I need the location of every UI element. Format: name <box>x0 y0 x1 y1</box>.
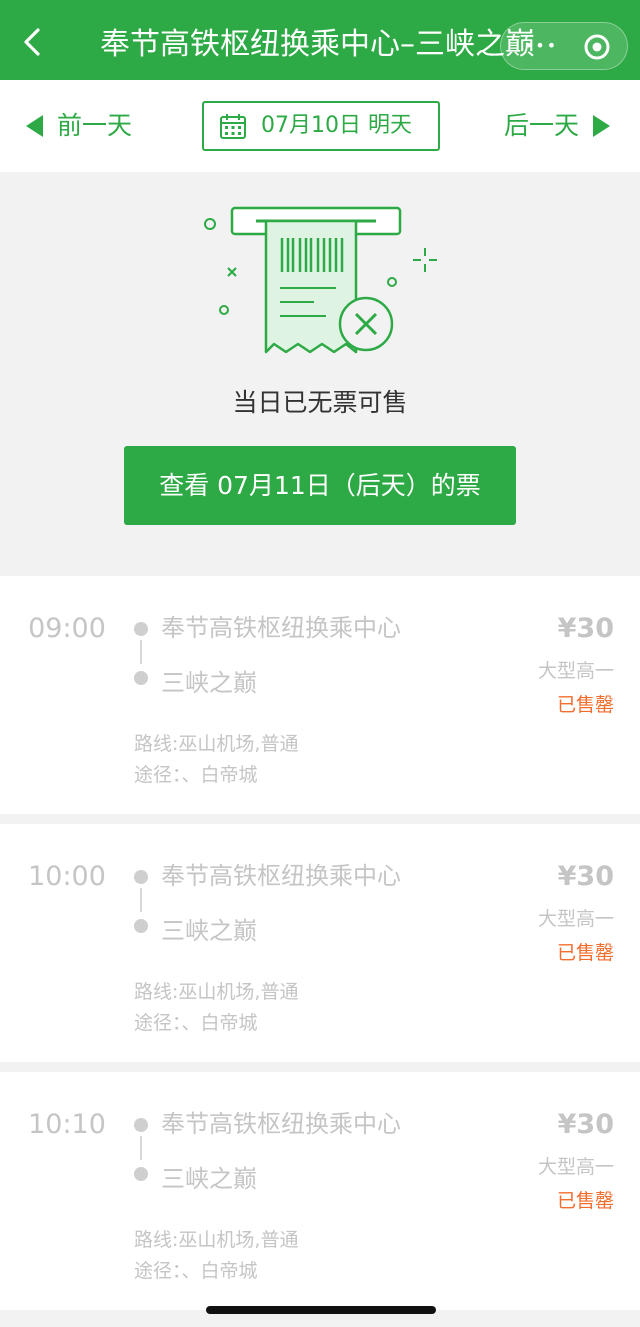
departure-time: 09:00 <box>28 613 106 644</box>
date-bar: 前一天 07月10日 明天 后一天 <box>0 80 640 172</box>
origin-dot <box>134 622 148 636</box>
home-indicator <box>206 1306 436 1314</box>
route-connector <box>140 640 142 664</box>
ticket-price: ¥30 <box>557 1109 614 1140</box>
next-day-button[interactable]: 后一天 <box>504 110 610 142</box>
destination-station: 三峡之巅 <box>161 1165 257 1193</box>
destination-station: 三峡之巅 <box>161 669 257 697</box>
departure-time: 10:00 <box>28 861 106 892</box>
triangle-right-icon <box>593 115 610 137</box>
status-badge: 已售罄 <box>556 1190 614 1212</box>
view-next-date-button[interactable]: 查看 07月11日（后天）的票 <box>124 446 516 525</box>
date-picker[interactable]: 07月10日 明天 <box>202 101 440 151</box>
route-connector <box>140 888 142 912</box>
origin-station: 奉节高铁枢纽换乘中心 <box>161 862 401 890</box>
back-button[interactable] <box>14 22 54 62</box>
ticket-unavailable-icon <box>204 206 437 354</box>
destination-dot <box>134 919 148 933</box>
target-close-icon[interactable] <box>583 33 611 61</box>
schedule-card[interactable]: 09:00 奉节高铁枢纽换乘中心 三峡之巅 ¥30 大型高一 已售罄 路线:巫山… <box>0 576 640 814</box>
route-info: 路线:巫山机场,普通 <box>134 981 299 1003</box>
ticket-price: ¥30 <box>557 861 614 892</box>
route-info: 路线:巫山机场,普通 <box>134 733 299 755</box>
ticket-price: ¥30 <box>557 613 614 644</box>
bus-type: 大型高一 <box>537 660 614 682</box>
route-info: 路线:巫山机场,普通 <box>134 1229 299 1251</box>
origin-station: 奉节高铁枢纽换乘中心 <box>161 1110 401 1138</box>
status-badge: 已售罄 <box>556 694 614 716</box>
next-day-label: 后一天 <box>503 111 579 140</box>
origin-dot <box>134 870 148 884</box>
via-info: 途径：、白帝城 <box>134 1012 258 1034</box>
origin-dot <box>134 1118 148 1132</box>
chevron-left-icon <box>24 28 40 56</box>
origin-station: 奉节高铁枢纽换乘中心 <box>161 614 401 642</box>
page: 奉节高铁枢纽换乘中心–三峡之巅 ••• 前一天 07月10日 明天 后一天 当日… <box>0 0 640 1327</box>
destination-dot <box>134 671 148 685</box>
departure-time: 10:10 <box>28 1109 106 1140</box>
route-connector <box>140 1136 142 1160</box>
destination-dot <box>134 1167 148 1181</box>
prev-day-label: 前一天 <box>57 111 133 140</box>
more-dots-icon[interactable]: ••• <box>521 36 561 56</box>
triangle-left-icon <box>26 115 43 137</box>
status-badge: 已售罄 <box>556 942 614 964</box>
prev-day-button[interactable]: 前一天 <box>26 110 132 142</box>
page-title: 奉节高铁枢纽换乘中心–三峡之巅 <box>100 27 535 62</box>
destination-station: 三峡之巅 <box>161 917 257 945</box>
schedule-card[interactable]: 10:10 奉节高铁枢纽换乘中心 三峡之巅 ¥30 大型高一 已售罄 路线:巫山… <box>0 1072 640 1310</box>
empty-state: 当日已无票可售 查看 07月11日（后天）的票 <box>0 172 640 576</box>
date-label: 07月10日 明天 <box>261 113 412 138</box>
schedule-card[interactable]: 10:00 奉节高铁枢纽换乘中心 三峡之巅 ¥30 大型高一 已售罄 路线:巫山… <box>0 824 640 1062</box>
calendar-icon <box>220 114 246 139</box>
mini-program-capsule: ••• <box>500 22 628 70</box>
bus-type: 大型高一 <box>537 908 614 930</box>
via-info: 途径：、白帝城 <box>134 1260 258 1282</box>
via-info: 途径：、白帝城 <box>134 764 258 786</box>
no-tickets-message: 当日已无票可售 <box>232 388 408 417</box>
nav-header: 奉节高铁枢纽换乘中心–三峡之巅 ••• <box>0 0 640 80</box>
bus-type: 大型高一 <box>537 1156 614 1178</box>
